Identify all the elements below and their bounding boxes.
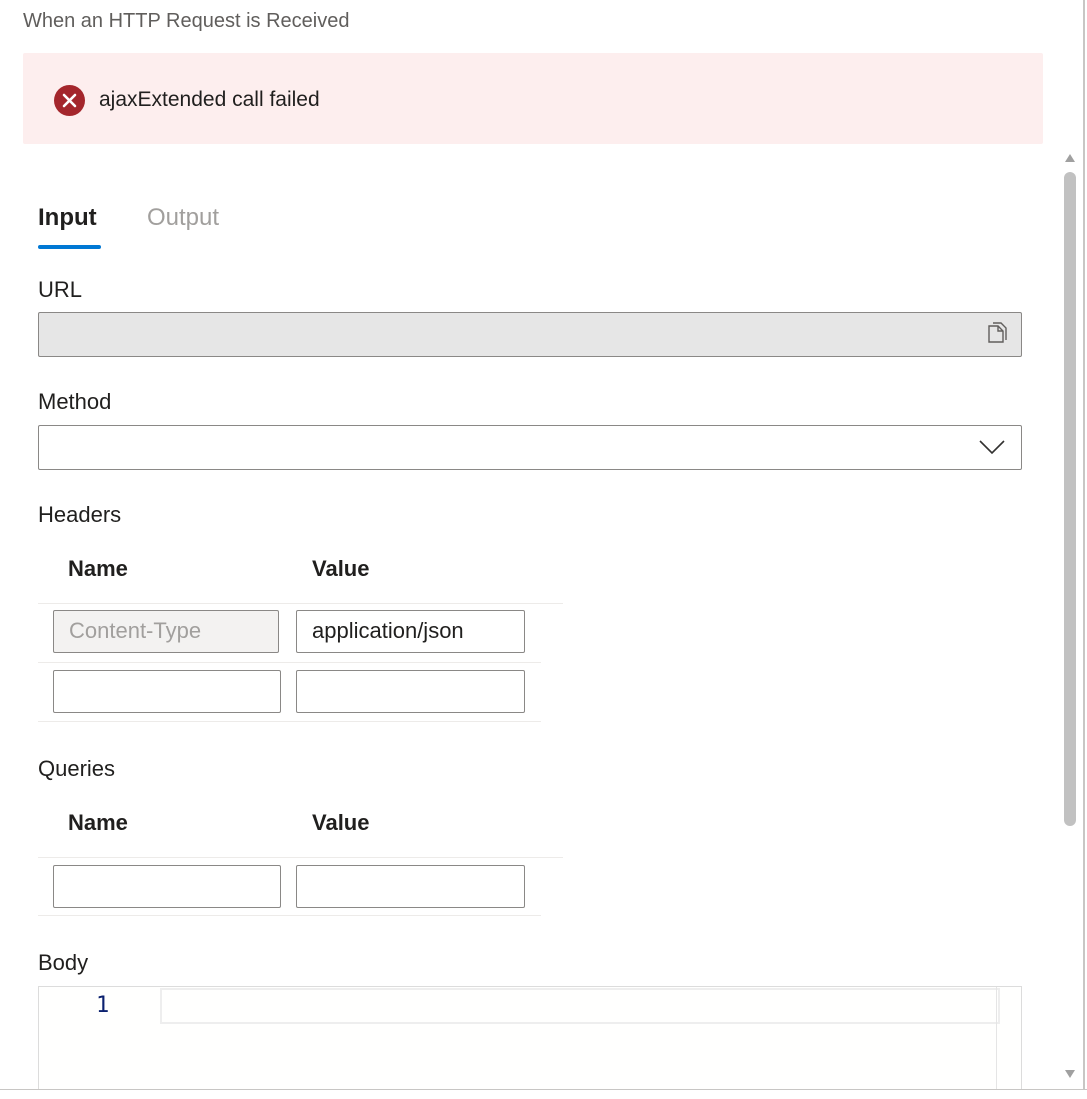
header-name-input[interactable]: Content-Type [53,610,279,653]
queries-row-divider [38,915,541,916]
queries-label: Queries [38,756,116,781]
queries-value-column: Value [312,810,370,835]
url-field[interactable] [38,312,1022,357]
scroll-thumb[interactable] [1064,172,1076,826]
header-name-input[interactable] [53,670,281,713]
scroll-down-icon[interactable] [1065,1070,1075,1078]
headers-value-column: Value [312,556,370,581]
pane-scrollbar[interactable] [1060,150,1080,1090]
panel-border [1083,0,1085,1090]
error-banner: ajaxExtended call failed [23,53,1043,144]
headers-row-divider [38,662,541,663]
chevron-down-icon [979,440,1005,455]
query-name-input[interactable] [53,865,281,908]
line-number: 1 [96,993,110,1018]
headers-name-column: Name [68,556,128,581]
method-label: Method [38,389,112,414]
tab-output[interactable]: Output [147,204,219,232]
error-circle-icon [54,85,85,116]
body-label: Body [38,950,89,975]
header-value-input[interactable] [296,670,525,713]
query-value-input[interactable] [296,865,525,908]
current-line-highlight [160,988,1000,1024]
url-label: URL [38,277,83,302]
copy-icon[interactable] [987,322,1009,346]
tab-input[interactable]: Input [38,204,97,232]
error-message: ajaxExtended call failed [99,88,320,111]
page-subtitle: When an HTTP Request is Received [23,10,350,32]
scroll-up-icon[interactable] [1065,154,1075,162]
header-value-input[interactable]: application/json [296,610,525,653]
action-details-pane: Input Output URL Method Headers Name Val… [0,150,1060,1090]
body-code-editor[interactable]: 1 [38,986,1022,1090]
queries-divider [38,857,563,858]
headers-divider [38,603,563,604]
headers-label: Headers [38,502,122,527]
queries-name-column: Name [68,810,128,835]
tab-selected-indicator [38,245,101,249]
method-dropdown[interactable] [38,425,1022,470]
editor-scrollbar[interactable] [996,987,1021,1090]
headers-row-divider [38,721,541,722]
panel-bottom-border [0,1089,1087,1090]
